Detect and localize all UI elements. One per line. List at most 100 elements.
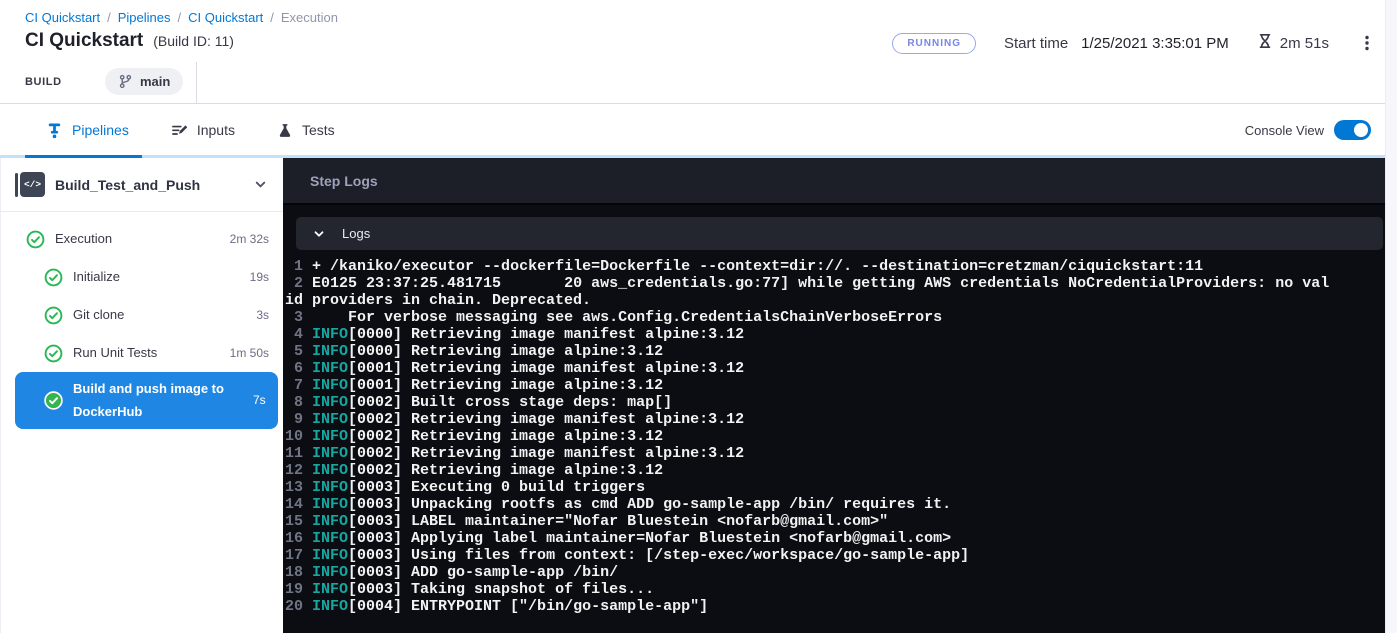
log-level-info: INFO bbox=[312, 326, 348, 343]
log-lines[interactable]: 1 + /kaniko/executor --dockerfile=Docker… bbox=[283, 258, 1336, 615]
breadcrumb-link[interactable]: Pipelines bbox=[118, 10, 171, 25]
pipeline-icon bbox=[46, 122, 63, 139]
log-line: 1 + /kaniko/executor --dockerfile=Docker… bbox=[285, 258, 1336, 275]
step-logs-panel: Step Logs Logs 1 + /kaniko/executor --do… bbox=[283, 158, 1385, 633]
log-line-number: 17 bbox=[285, 547, 312, 564]
log-line-number: 15 bbox=[285, 513, 312, 530]
log-level-info: INFO bbox=[312, 428, 348, 445]
log-line-number: 9 bbox=[285, 411, 312, 428]
log-level-info: INFO bbox=[312, 547, 348, 564]
log-line-number: 12 bbox=[285, 462, 312, 479]
logs-section-toggle[interactable]: Logs bbox=[296, 217, 1383, 250]
log-line: 3 For verbose messaging see aws.Config.C… bbox=[285, 309, 1336, 326]
check-circle-icon bbox=[44, 391, 63, 410]
stage-header[interactable]: </> Build_Test_and_Push bbox=[1, 158, 283, 212]
page-scrollbar[interactable] bbox=[1385, 0, 1397, 633]
breadcrumb-link[interactable]: CI Quickstart bbox=[25, 10, 100, 25]
chevron-down-icon[interactable] bbox=[254, 178, 267, 191]
step-duration: 2m 32s bbox=[230, 232, 269, 246]
page-title: CI Quickstart bbox=[25, 30, 143, 52]
header-right: RUNNING Start time 1/25/2021 3:35:01 PM … bbox=[892, 32, 1377, 54]
log-line-number: 6 bbox=[285, 360, 312, 377]
step-row[interactable]: Build and push image to DockerHub7s bbox=[15, 372, 278, 429]
log-level-info: INFO bbox=[312, 513, 348, 530]
log-level-info: INFO bbox=[312, 598, 348, 615]
code-stage-icon: </> bbox=[15, 172, 45, 197]
active-tab-underline bbox=[25, 155, 142, 158]
tab-pipelines[interactable]: Pipelines bbox=[25, 105, 150, 155]
log-line-number: 7 bbox=[285, 377, 312, 394]
console-view-control: Console View bbox=[1245, 105, 1371, 155]
log-level-info: INFO bbox=[312, 581, 348, 598]
log-line-number: 20 bbox=[285, 598, 312, 615]
tab-bar: Pipelines Inputs Tests Console View bbox=[0, 105, 1397, 158]
log-line-number: 19 bbox=[285, 581, 312, 598]
step-duration: 19s bbox=[250, 270, 269, 284]
logs-section-label: Logs bbox=[342, 226, 370, 241]
tab-tests[interactable]: Tests bbox=[256, 105, 356, 155]
log-line-number: 5 bbox=[285, 343, 312, 360]
branch-tag: main bbox=[105, 68, 183, 95]
toggle-knob bbox=[1354, 123, 1368, 137]
git-branch-icon bbox=[118, 74, 133, 89]
console-view-toggle[interactable] bbox=[1334, 120, 1371, 140]
log-line: 7 INFO[0001] Retrieving image alpine:3.1… bbox=[285, 377, 1336, 394]
build-id-label: (Build ID: 11) bbox=[153, 33, 234, 49]
start-time: Start time 1/25/2021 3:35:01 PM bbox=[1004, 35, 1229, 52]
elapsed-duration-value: 2m 51s bbox=[1280, 35, 1329, 52]
hourglass-icon bbox=[1257, 33, 1273, 53]
log-line: 2 E0125 23:37:25.481715 20 aws_credentia… bbox=[285, 275, 1336, 309]
log-line: 12 INFO[0002] Retrieving image alpine:3.… bbox=[285, 462, 1336, 479]
log-line: 4 INFO[0000] Retrieving image manifest a… bbox=[285, 326, 1336, 343]
tab-list: Pipelines Inputs Tests bbox=[25, 105, 356, 155]
tab-inputs[interactable]: Inputs bbox=[150, 105, 256, 155]
step-duration: 3s bbox=[256, 308, 269, 322]
breadcrumb-separator: / bbox=[178, 10, 182, 25]
check-circle-icon bbox=[44, 268, 63, 287]
console-view-label: Console View bbox=[1245, 123, 1324, 138]
step-label: Git clone bbox=[73, 303, 248, 326]
tab-label: Inputs bbox=[197, 122, 235, 138]
log-line: 18 INFO[0003] ADD go-sample-app /bin/ bbox=[285, 564, 1336, 581]
log-line: 5 INFO[0000] Retrieving image alpine:3.1… bbox=[285, 343, 1336, 360]
step-row[interactable]: Git clone 3s bbox=[15, 296, 278, 334]
log-level-info: INFO bbox=[312, 530, 348, 547]
log-line-number: 14 bbox=[285, 496, 312, 513]
breadcrumb-separator: / bbox=[270, 10, 274, 25]
elapsed-duration: 2m 51s bbox=[1257, 33, 1329, 53]
log-line: 9 INFO[0002] Retrieving image manifest a… bbox=[285, 411, 1336, 428]
step-label: Build and push image to DockerHub bbox=[73, 377, 245, 424]
log-line-number: 1 bbox=[285, 258, 312, 275]
step-label: Initialize bbox=[73, 265, 242, 288]
page-header: CI Quickstart/Pipelines/CI Quickstart/Ex… bbox=[0, 0, 1397, 104]
log-level-info: INFO bbox=[312, 479, 348, 496]
check-circle-icon bbox=[44, 344, 63, 363]
log-line: 19 INFO[0003] Taking snapshot of files..… bbox=[285, 581, 1336, 598]
step-row[interactable]: Initialize 19s bbox=[15, 258, 278, 296]
log-level-info: INFO bbox=[312, 394, 348, 411]
log-line-number: 16 bbox=[285, 530, 312, 547]
log-line-number: 10 bbox=[285, 428, 312, 445]
step-list: Execution 2m 32s Initialize 19s Git clone 3s R… bbox=[1, 212, 283, 429]
log-level-info: INFO bbox=[312, 360, 348, 377]
step-row[interactable]: Execution 2m 32s bbox=[15, 220, 278, 258]
tab-label: Tests bbox=[302, 122, 335, 138]
log-line-number: 11 bbox=[285, 445, 312, 462]
stage-name: Build_Test_and_Push bbox=[55, 177, 254, 193]
branch-name: main bbox=[140, 74, 170, 89]
step-row[interactable]: Run Unit Tests1m 50s bbox=[15, 334, 278, 372]
log-level-info: INFO bbox=[312, 496, 348, 513]
more-options-button[interactable] bbox=[1357, 32, 1377, 54]
step-label: Run Unit Tests bbox=[73, 341, 222, 364]
step-logs-title: Step Logs bbox=[310, 173, 378, 189]
flask-icon bbox=[277, 122, 293, 139]
inputs-icon bbox=[171, 122, 188, 139]
log-level-info: INFO bbox=[312, 411, 348, 428]
header-vertical-divider bbox=[196, 62, 197, 103]
log-line: 16 INFO[0003] Applying label maintainer=… bbox=[285, 530, 1336, 547]
step-label: Execution bbox=[55, 227, 222, 250]
breadcrumb-current: Execution bbox=[281, 10, 338, 25]
log-line-number: 2 bbox=[285, 275, 312, 292]
breadcrumb-link[interactable]: CI Quickstart bbox=[188, 10, 263, 25]
log-line: 20 INFO[0004] ENTRYPOINT ["/bin/go-sampl… bbox=[285, 598, 1336, 615]
